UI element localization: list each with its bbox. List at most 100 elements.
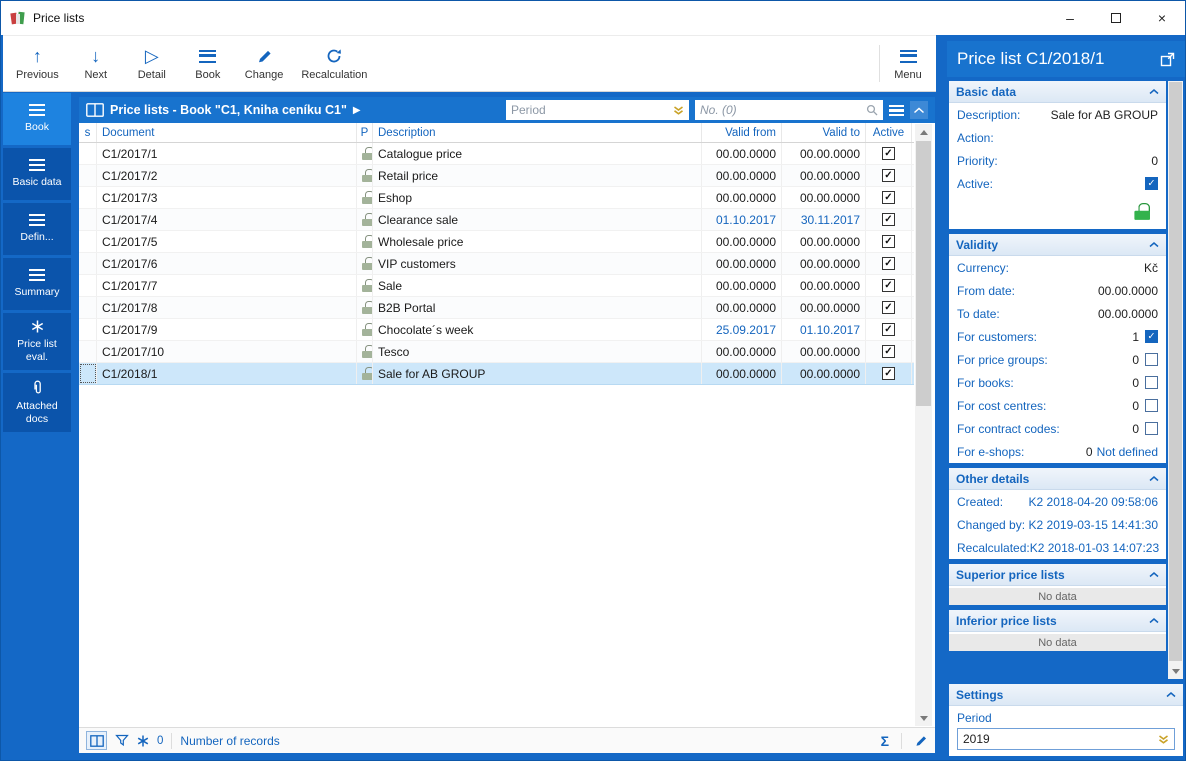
field-checkbox[interactable] bbox=[1145, 376, 1158, 389]
gold-double-chevron-icon[interactable] bbox=[1158, 734, 1169, 745]
section-header-other-details[interactable]: Other details bbox=[949, 468, 1166, 490]
row-lock-cell bbox=[357, 297, 373, 318]
detail-button[interactable]: ▷ Detail bbox=[124, 36, 180, 91]
previous-button[interactable]: ↑ Previous bbox=[7, 36, 68, 91]
row-description: Eshop bbox=[373, 187, 702, 208]
active-checkbox[interactable]: ✓ bbox=[882, 323, 895, 336]
active-checkbox[interactable]: ✓ bbox=[882, 279, 895, 292]
scrollbar-thumb[interactable] bbox=[916, 141, 931, 406]
section-header-settings[interactable]: Settings bbox=[949, 684, 1183, 706]
table-row[interactable]: C1/2018/1 Sale for AB GROUP 00.00.0000 0… bbox=[79, 363, 914, 385]
field-checkbox[interactable]: ✓ bbox=[1145, 177, 1158, 190]
scroll-down-arrow[interactable] bbox=[1168, 663, 1183, 679]
section-header-inferior[interactable]: Inferior price lists bbox=[949, 610, 1166, 632]
row-lock-cell bbox=[357, 187, 373, 208]
minimize-button[interactable]: – bbox=[1047, 1, 1093, 35]
book-button[interactable]: Book bbox=[180, 36, 236, 91]
scroll-down-arrow[interactable] bbox=[915, 710, 932, 726]
section-header-validity[interactable]: Validity bbox=[949, 234, 1166, 256]
condition-button[interactable] bbox=[137, 735, 149, 747]
external-link-icon[interactable] bbox=[1160, 52, 1175, 67]
grid-menu-button[interactable] bbox=[889, 104, 904, 116]
sidebar-item-book[interactable]: Book bbox=[3, 93, 71, 145]
sidebar-item-basic-data[interactable]: Basic data bbox=[3, 148, 71, 200]
sum-button[interactable]: Σ bbox=[881, 733, 889, 749]
active-checkbox[interactable]: ✓ bbox=[882, 301, 895, 314]
column-header-valid-from[interactable]: Valid from bbox=[702, 123, 782, 142]
active-checkbox[interactable]: ✓ bbox=[882, 367, 895, 380]
active-checkbox[interactable]: ✓ bbox=[882, 213, 895, 226]
maximize-button[interactable] bbox=[1093, 1, 1139, 35]
chevron-up-icon bbox=[1149, 475, 1159, 482]
row-lock-cell bbox=[357, 143, 373, 164]
column-header-p[interactable]: P bbox=[357, 123, 373, 142]
sidebar-item-attached-docs[interactable]: Attached docs bbox=[3, 373, 71, 433]
table-row[interactable]: C1/2017/1 Catalogue price 00.00.0000 00.… bbox=[79, 143, 914, 165]
table-row[interactable]: C1/2017/4 Clearance sale 01.10.2017 30.1… bbox=[79, 209, 914, 231]
column-header-document[interactable]: Document bbox=[97, 123, 357, 142]
expand-arrow-icon[interactable]: ▶ bbox=[353, 105, 361, 116]
row-valid-from: 00.00.0000 bbox=[702, 297, 782, 318]
table-row[interactable]: C1/2017/10 Tesco 00.00.0000 00.00.0000 ✓ bbox=[79, 341, 914, 363]
active-checkbox[interactable]: ✓ bbox=[882, 191, 895, 204]
panel-field-row: For price groups: 0 bbox=[949, 348, 1166, 371]
number-search-box[interactable] bbox=[695, 100, 883, 120]
collapse-header-button[interactable] bbox=[910, 101, 928, 119]
table-scrollbar[interactable] bbox=[915, 124, 932, 726]
close-button[interactable]: × bbox=[1139, 1, 1185, 35]
sidebar-item-summary[interactable]: Summary bbox=[3, 258, 71, 310]
table-row[interactable]: C1/2017/5 Wholesale price 00.00.0000 00.… bbox=[79, 231, 914, 253]
section-header-superior[interactable]: Superior price lists bbox=[949, 564, 1166, 586]
field-checkbox[interactable] bbox=[1145, 353, 1158, 366]
lock-icon bbox=[362, 301, 372, 314]
change-button[interactable]: Change bbox=[236, 36, 293, 91]
table-row[interactable]: C1/2017/6 VIP customers 00.00.0000 00.00… bbox=[79, 253, 914, 275]
field-checkbox[interactable]: ✓ bbox=[1145, 330, 1158, 343]
column-header-description[interactable]: Description bbox=[373, 123, 702, 142]
search-input[interactable] bbox=[700, 103, 863, 117]
view-columns-button[interactable] bbox=[86, 731, 107, 750]
scroll-up-arrow[interactable] bbox=[915, 124, 932, 140]
asterisk-icon bbox=[137, 735, 149, 746]
sidebar-item-definition[interactable]: Defin... bbox=[3, 203, 71, 255]
table-row[interactable]: C1/2017/8 B2B Portal 00.00.0000 00.00.00… bbox=[79, 297, 914, 319]
active-checkbox[interactable]: ✓ bbox=[882, 257, 895, 270]
list-icon bbox=[29, 159, 45, 172]
field-label: Priority: bbox=[957, 153, 998, 168]
section-header-basic-data[interactable]: Basic data bbox=[949, 81, 1166, 103]
book-header-bar: Price lists - Book "C1, Kniha ceníku C1"… bbox=[79, 97, 935, 123]
period-value-input[interactable] bbox=[963, 732, 1158, 746]
record-lock-row bbox=[949, 195, 1166, 229]
row-valid-to: 00.00.0000 bbox=[782, 187, 866, 208]
active-checkbox[interactable]: ✓ bbox=[882, 235, 895, 248]
column-header-s[interactable]: s bbox=[79, 123, 97, 142]
active-checkbox[interactable]: ✓ bbox=[882, 169, 895, 182]
scrollbar-thumb[interactable] bbox=[1169, 82, 1182, 661]
table-row[interactable]: C1/2017/7 Sale 00.00.0000 00.00.0000 ✓ bbox=[79, 275, 914, 297]
row-document: C1/2017/3 bbox=[97, 187, 357, 208]
table-row[interactable]: C1/2017/3 Eshop 00.00.0000 00.00.0000 ✓ bbox=[79, 187, 914, 209]
field-checkbox[interactable] bbox=[1145, 422, 1158, 435]
table-row[interactable]: C1/2017/2 Retail price 00.00.0000 00.00.… bbox=[79, 165, 914, 187]
sidebar-item-price-list-eval[interactable]: Price list eval. bbox=[3, 313, 71, 371]
detail-label: Detail bbox=[137, 69, 166, 81]
edit-button[interactable] bbox=[914, 734, 928, 748]
gold-double-chevron-icon[interactable] bbox=[673, 105, 684, 116]
recalculation-button[interactable]: Recalculation bbox=[292, 36, 376, 91]
active-checkbox[interactable]: ✓ bbox=[882, 345, 895, 358]
chevron-up-icon bbox=[914, 107, 924, 114]
column-header-active[interactable]: Active bbox=[866, 123, 912, 142]
panel-field-row: For cost centres: 0 bbox=[949, 394, 1166, 417]
field-checkbox[interactable] bbox=[1145, 399, 1158, 412]
column-header-valid-to[interactable]: Valid to bbox=[782, 123, 866, 142]
filter-button[interactable] bbox=[115, 734, 129, 747]
period-select[interactable] bbox=[957, 728, 1175, 750]
next-button[interactable]: ↓ Next bbox=[68, 36, 124, 91]
table-row[interactable]: C1/2017/9 Chocolate´s week 25.09.2017 01… bbox=[79, 319, 914, 341]
pencil-icon bbox=[256, 46, 273, 66]
period-combo[interactable] bbox=[506, 100, 689, 120]
period-input[interactable] bbox=[511, 103, 670, 117]
detail-panel-scrollbar[interactable] bbox=[1168, 81, 1183, 679]
menu-button[interactable]: Menu bbox=[880, 36, 936, 91]
active-checkbox[interactable]: ✓ bbox=[882, 147, 895, 160]
